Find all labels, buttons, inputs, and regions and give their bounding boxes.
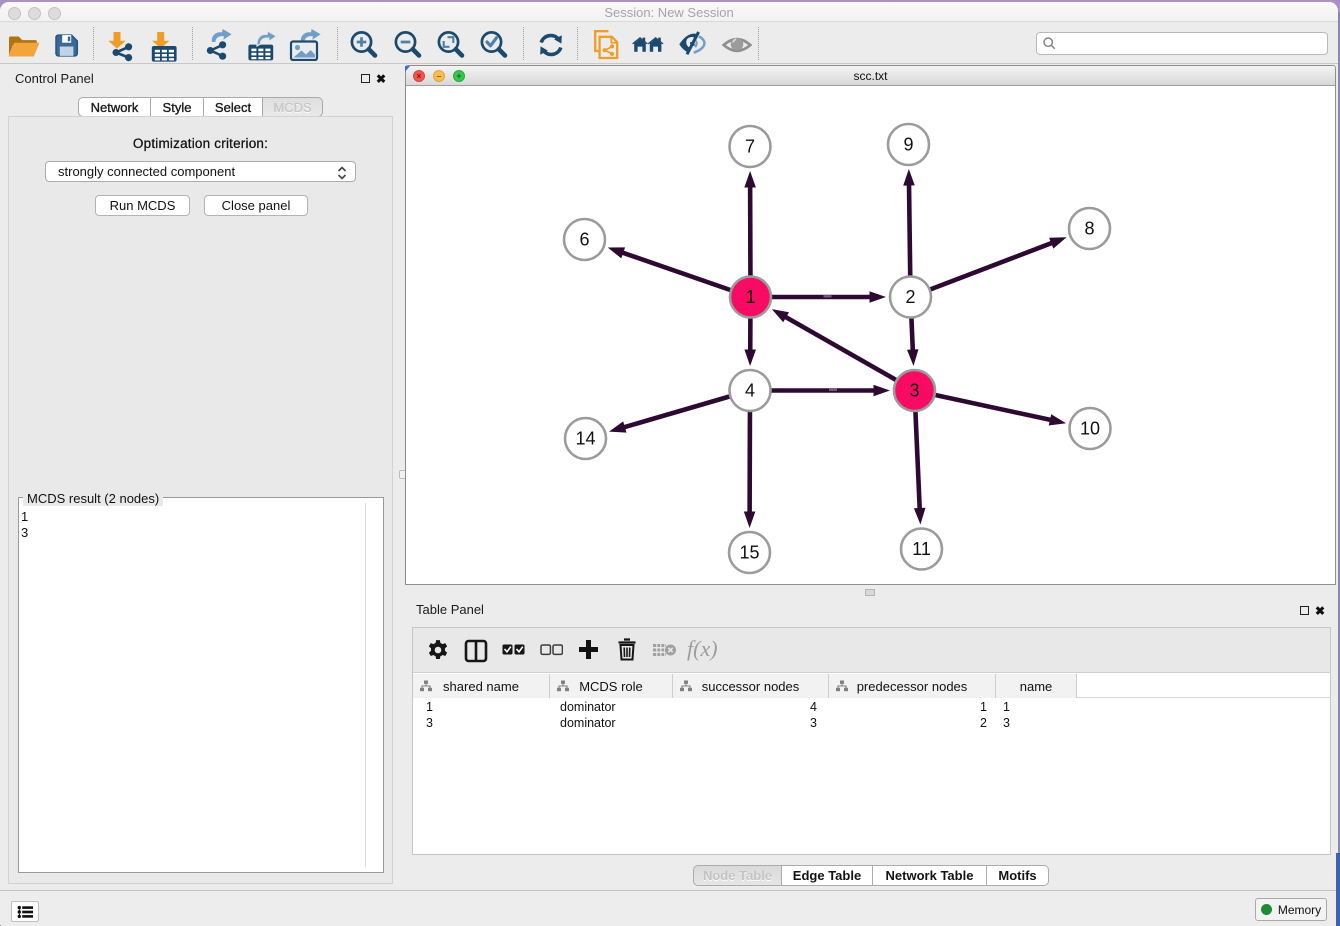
svg-text:7: 7: [745, 137, 755, 157]
svg-text:15: 15: [739, 543, 759, 563]
svg-text:6: 6: [579, 230, 589, 250]
svg-text:14: 14: [575, 429, 595, 449]
svg-text:8: 8: [1084, 219, 1094, 239]
svg-text:9: 9: [903, 135, 913, 155]
svg-text:4: 4: [745, 381, 755, 401]
svg-text:10: 10: [1080, 419, 1100, 439]
svg-text:2: 2: [905, 287, 915, 307]
svg-text:1: 1: [745, 287, 755, 307]
svg-text:11: 11: [912, 539, 931, 559]
svg-text:3: 3: [909, 381, 919, 401]
